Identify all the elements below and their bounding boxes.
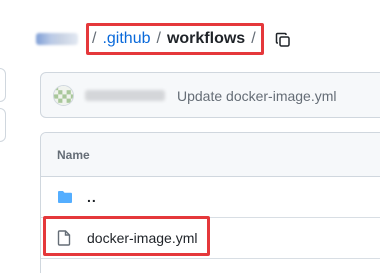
breadcrumb-link-github[interactable]: .github [102, 30, 150, 48]
folder-icon [57, 189, 73, 205]
breadcrumb: / .github / workflows / [36, 26, 262, 52]
file-icon [57, 230, 73, 246]
file-link-docker-image[interactable]: docker-image.yml [87, 230, 197, 246]
sidebar-button[interactable] [0, 68, 6, 102]
table-row[interactable]: .. [41, 177, 380, 218]
avatar[interactable] [53, 85, 74, 106]
identicon-icon [54, 86, 73, 105]
breadcrumb-separator: / [92, 30, 97, 47]
latest-commit-box: Update docker-image.yml [40, 72, 380, 118]
breadcrumb-current-folder: workflows [166, 30, 246, 47]
sidebar-button[interactable] [0, 108, 6, 142]
copy-icon [275, 32, 290, 47]
repo-name-redacted[interactable] [36, 33, 78, 45]
repo-file-browser: / .github / workflows / Update docker-im… [0, 0, 380, 273]
file-table: Name .. docker-image.yml [40, 132, 380, 273]
table-row[interactable]: docker-image.yml [41, 218, 380, 259]
breadcrumb-separator: / [156, 30, 161, 47]
breadcrumb-trailing-separator: / [251, 30, 256, 47]
copy-path-button[interactable] [272, 29, 294, 51]
parent-directory-link[interactable]: .. [87, 189, 97, 205]
table-header-name: Name [41, 133, 380, 177]
commit-message[interactable]: Update docker-image.yml [177, 88, 337, 104]
commit-author-redacted[interactable] [85, 90, 165, 101]
